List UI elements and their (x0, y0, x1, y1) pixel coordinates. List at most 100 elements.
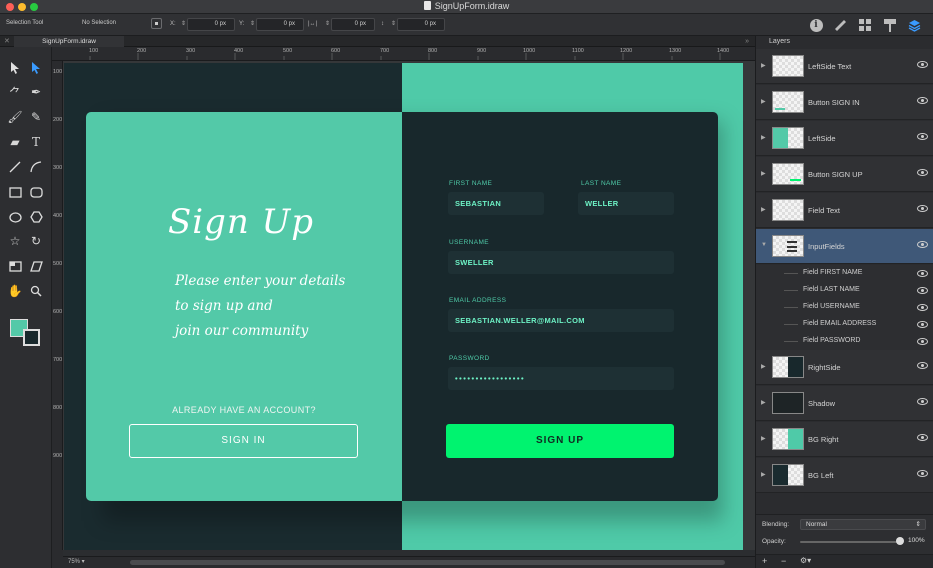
disclosure-triangle-icon[interactable]: ▶ (761, 363, 766, 370)
disclosure-triangle-icon[interactable]: ▶ (761, 170, 766, 177)
eye-icon[interactable] (917, 470, 928, 477)
layer-row[interactable]: ▶ Button SIGN IN (756, 85, 933, 120)
height-stepper-icon[interactable]: ⇕ (391, 20, 396, 27)
layer-row[interactable]: ▶ Field Text (756, 193, 933, 228)
disclosure-triangle-icon[interactable]: ▼ (761, 242, 767, 248)
eye-icon[interactable] (917, 338, 928, 345)
close-tab-icon[interactable]: ✕ (4, 36, 10, 47)
pen-tool-icon[interactable]: ✒ (28, 84, 44, 100)
layer-row[interactable]: ▶ BG Left (756, 458, 933, 493)
tab-overflow-icon[interactable]: » (745, 36, 749, 47)
last-name-field[interactable]: WELLER (578, 192, 674, 215)
layer-row[interactable]: ▶ Shadow (756, 386, 933, 421)
disclosure-triangle-icon[interactable]: ▶ (761, 98, 766, 105)
rounded-rect-tool-icon[interactable] (28, 184, 44, 200)
horizontal-ruler: 100 200 300 400 500 600 700 800 900 1000… (52, 47, 755, 61)
password-field[interactable]: ••••••••••••••••• (448, 367, 674, 390)
height-field[interactable]: 0 px (397, 18, 445, 31)
skew-tool-icon[interactable] (28, 258, 44, 274)
brush-tool-icon[interactable]: 🖌 (7, 109, 23, 125)
blending-select[interactable]: Normal ⇕ (800, 519, 926, 530)
arc-tool-icon[interactable] (28, 159, 44, 175)
horizontal-scrollbar[interactable] (130, 560, 725, 565)
eye-icon[interactable] (917, 97, 928, 104)
direct-selection-icon[interactable] (28, 60, 44, 76)
eye-icon[interactable] (917, 398, 928, 405)
disclosure-triangle-icon[interactable]: ▶ (761, 62, 766, 69)
layer-options-gear-icon[interactable]: ⚙▾ (800, 556, 811, 565)
eye-icon[interactable] (917, 287, 928, 294)
sublayer-row[interactable]: Field EMAIL ADDRESS (756, 316, 933, 333)
eye-icon[interactable] (917, 304, 928, 311)
sublayer-row[interactable]: Field LAST NAME (756, 282, 933, 299)
email-field[interactable]: SEBASTIAN.WELLER@MAIL.COM (448, 309, 674, 332)
star-tool-icon[interactable]: ☆ (7, 233, 23, 249)
eye-icon[interactable] (917, 133, 928, 140)
disclosure-triangle-icon[interactable]: ▶ (761, 435, 766, 442)
document-tab[interactable]: SignUpForm.idraw (14, 36, 124, 47)
selection-arrow-icon[interactable] (7, 60, 23, 76)
eraser-tool-icon[interactable]: ▰ (7, 134, 23, 150)
sign-up-button[interactable]: SIGN UP (446, 424, 674, 458)
opacity-slider-knob[interactable] (896, 537, 904, 545)
layer-thumbnail (772, 356, 804, 378)
width-stepper-icon[interactable]: ⇕ (325, 20, 330, 27)
y-field[interactable]: 0 px (256, 18, 304, 31)
disclosure-triangle-icon[interactable]: ▶ (761, 206, 766, 213)
stroke-color-swatch[interactable] (23, 329, 40, 346)
layer-row-selected[interactable]: ▼ InputFields (756, 229, 933, 264)
eye-icon[interactable] (917, 362, 928, 369)
layers-icon[interactable] (906, 17, 922, 33)
ellipse-tool-icon[interactable] (7, 209, 23, 225)
remove-layer-button[interactable]: − (781, 556, 786, 566)
spiral-tool-icon[interactable]: ↻ (28, 233, 44, 249)
disclosure-triangle-icon[interactable]: ▶ (761, 134, 766, 141)
add-layer-button[interactable]: + (762, 556, 767, 566)
ruler-icon[interactable] (832, 17, 848, 33)
eye-icon[interactable] (917, 61, 928, 68)
sign-in-button[interactable]: SIGN IN (129, 424, 358, 458)
pencil-tool-icon[interactable]: ✎ (28, 109, 44, 125)
zoom-level[interactable]: 75% ▾ (68, 558, 85, 565)
sublayer-row[interactable]: Field PASSWORD (756, 333, 933, 350)
x-field[interactable]: 0 px (187, 18, 235, 31)
x-stepper-icon[interactable]: ⇕ (181, 20, 186, 27)
y-stepper-icon[interactable]: ⇕ (250, 20, 255, 27)
rectangle-tool-icon[interactable] (7, 184, 23, 200)
node-tool-icon[interactable]: ⺈ (7, 84, 23, 100)
eye-icon[interactable] (917, 321, 928, 328)
design-canvas[interactable]: Sign Up Please enter your details to sig… (63, 61, 755, 550)
username-field[interactable]: SWELLER (448, 251, 674, 274)
anchor-point-icon[interactable] (151, 18, 162, 29)
eye-icon[interactable] (917, 241, 928, 248)
layer-row[interactable]: ▶ BG Right (756, 422, 933, 457)
layer-row[interactable]: ▶ LeftSide (756, 121, 933, 156)
eye-icon[interactable] (917, 434, 928, 441)
layer-row[interactable]: ▶ Button SIGN UP (756, 157, 933, 192)
layer-name: LeftSide Text (808, 62, 852, 71)
opacity-slider[interactable] (800, 541, 900, 543)
eye-icon[interactable] (917, 270, 928, 277)
eye-icon[interactable] (917, 169, 928, 176)
width-field[interactable]: 0 px (331, 18, 375, 31)
signup-heading[interactable]: Sign Up (168, 202, 314, 242)
text-tool-icon[interactable]: T (28, 134, 44, 150)
first-name-field[interactable]: SEBASTIAN (448, 192, 544, 215)
sublayer-row[interactable]: Field USERNAME (756, 299, 933, 316)
grid-icon[interactable] (857, 17, 873, 33)
layer-row[interactable]: ▶ RightSide (756, 350, 933, 385)
style-brush-icon[interactable] (882, 17, 898, 33)
disclosure-triangle-icon[interactable]: ▶ (761, 399, 766, 406)
signup-subtitle[interactable]: Please enter your details to sign up and… (175, 269, 350, 344)
hand-tool-icon[interactable]: ✋ (7, 283, 23, 299)
sublayer-row[interactable]: Field FIRST NAME (756, 265, 933, 282)
disclosure-triangle-icon[interactable]: ▶ (761, 471, 766, 478)
slice-tool-icon[interactable] (7, 258, 23, 274)
eye-icon[interactable] (917, 205, 928, 212)
line-tool-icon[interactable] (7, 159, 23, 175)
polygon-tool-icon[interactable] (28, 209, 44, 225)
layer-row[interactable]: ▶ LeftSide Text (756, 49, 933, 84)
info-icon[interactable]: i (808, 17, 824, 33)
zoom-tool-icon[interactable] (28, 283, 44, 299)
already-have-account-text[interactable]: ALREADY HAVE AN ACCOUNT? (126, 405, 362, 415)
